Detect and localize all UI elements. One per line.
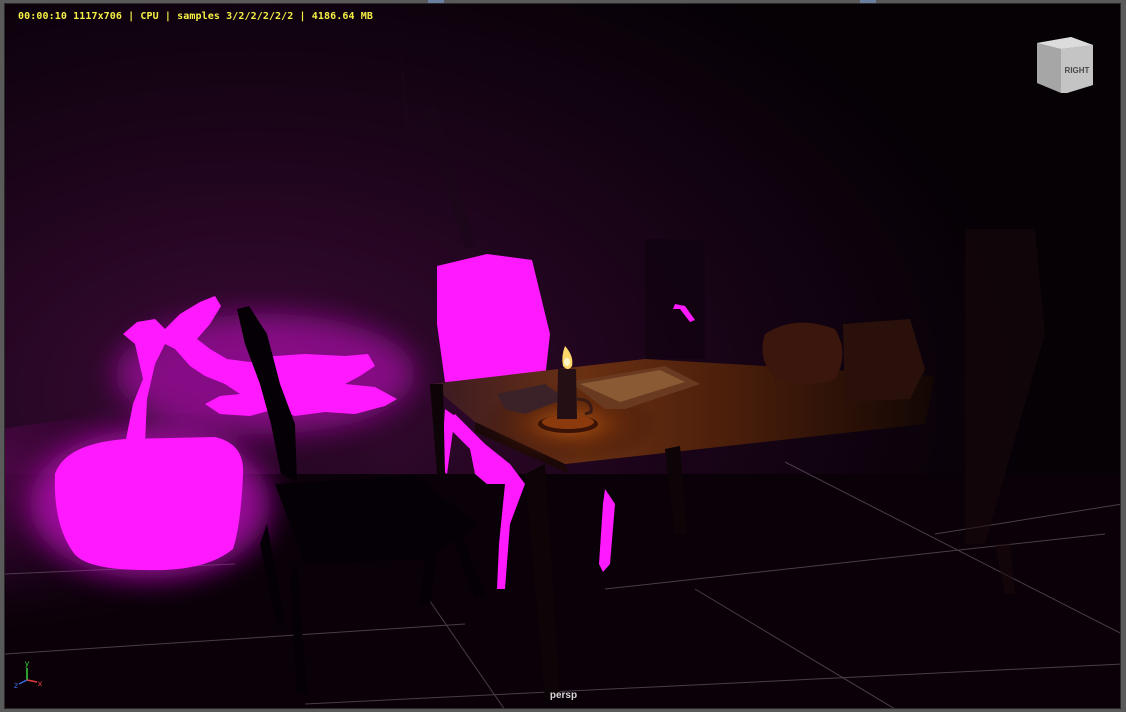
viewport-frame: 00:00:10 1117x706 | CPU | samples 3/2/2/… bbox=[0, 0, 1126, 712]
view-cube-label: RIGHT bbox=[1065, 66, 1090, 75]
view-cube-icon[interactable]: RIGHT bbox=[1031, 33, 1097, 97]
perspective-viewport[interactable]: 00:00:10 1117x706 | CPU | samples 3/2/2/… bbox=[4, 3, 1121, 709]
axis-gizmo-icon: y x z bbox=[9, 656, 45, 692]
render-scene bbox=[5, 4, 1120, 708]
axis-x-label: x bbox=[38, 679, 43, 688]
render-status-hud: 00:00:10 1117x706 | CPU | samples 3/2/2/… bbox=[18, 11, 373, 22]
axis-y-label: y bbox=[25, 659, 30, 668]
camera-name-label: persp bbox=[549, 690, 578, 701]
axis-z-label: z bbox=[14, 681, 18, 690]
